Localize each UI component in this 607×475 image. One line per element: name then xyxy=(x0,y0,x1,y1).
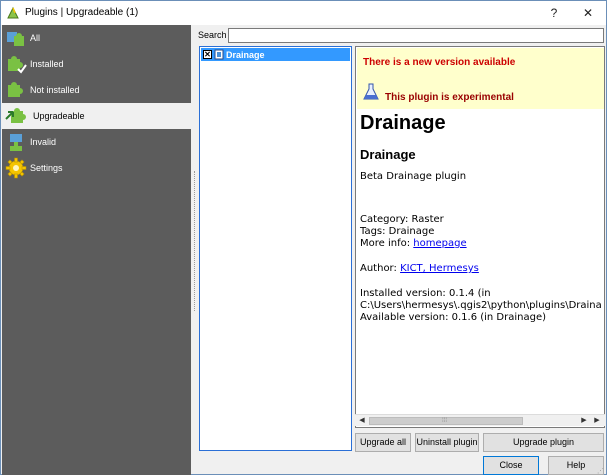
plugin-details-panel: There is a new version available This pl… xyxy=(355,46,605,428)
available-version-line: Available version: 0.1.6 (in Drainage) xyxy=(360,312,547,323)
horizontal-scrollbar[interactable]: ◀ ⁞⁞⁞ ▶ ▶ xyxy=(355,414,605,426)
window-title: Plugins | Upgradeable (1) xyxy=(25,7,139,18)
help-title-button[interactable]: ? xyxy=(541,4,567,22)
sidebar-item-all[interactable]: All xyxy=(2,25,191,51)
plugin-list: ✕ Drainage xyxy=(199,46,352,451)
sidebar-item-label: Installed xyxy=(30,59,64,69)
plugin-tags: Tags: Drainage xyxy=(360,226,435,237)
list-item[interactable]: ✕ Drainage xyxy=(201,48,350,61)
sidebar: All Installed Not installed Upgradeable xyxy=(2,25,191,475)
installed-path-line: C:\Users\hermesys\.qgis2\python\plugins\… xyxy=(360,300,602,311)
sidebar-item-not-installed[interactable]: Not installed xyxy=(2,77,191,103)
puzzle-upgradeable-icon xyxy=(5,108,26,123)
help-button[interactable]: Help xyxy=(548,456,604,475)
close-window-button[interactable]: ✕ xyxy=(575,4,601,22)
plugin-title: Drainage xyxy=(360,112,446,134)
list-item-label: Drainage xyxy=(226,50,265,60)
sidebar-item-label: All xyxy=(30,33,41,43)
search-input[interactable] xyxy=(228,28,604,43)
upgrade-all-button[interactable]: Upgrade all xyxy=(355,433,411,452)
qgis-app-icon xyxy=(7,6,19,19)
more-info-row: More info: homepage xyxy=(360,238,467,249)
puzzle-all-icon xyxy=(7,32,24,46)
sidebar-item-upgradeable[interactable]: Upgradeable xyxy=(2,103,191,129)
sidebar-item-invalid[interactable]: Invalid xyxy=(2,129,191,155)
new-version-notice: There is a new version available xyxy=(363,57,516,68)
author-label: Author: xyxy=(360,263,397,274)
plugin-category: Category: Raster xyxy=(360,214,444,225)
scroll-left-arrow-icon[interactable]: ◀ xyxy=(357,416,367,426)
experimental-notice: This plugin is experimental xyxy=(385,92,514,103)
sidebar-item-label: Upgradeable xyxy=(33,111,85,121)
scroll-right-arrow-icon[interactable]: ▶ xyxy=(579,416,589,426)
flask-icon xyxy=(363,83,379,100)
sidebar-item-label: Not installed xyxy=(30,85,80,95)
scroll-right-arrow-icon[interactable]: ▶ xyxy=(592,416,602,426)
plugin-checkbox[interactable]: ✕ xyxy=(203,50,212,59)
sidebar-item-label: Invalid xyxy=(30,137,57,147)
thumb-grip-icon: ⁞⁞⁞ xyxy=(442,418,448,424)
more-info-label: More info: xyxy=(360,238,411,249)
author-row: Author: KICT, Hermesys xyxy=(360,263,479,274)
plugin-icon xyxy=(214,49,224,60)
splitter-handle[interactable] xyxy=(194,171,196,311)
plugin-description: Beta Drainage plugin xyxy=(360,171,467,182)
sidebar-item-installed[interactable]: Installed xyxy=(2,51,191,77)
search-label: Search xyxy=(198,30,227,40)
puzzle-not-installed-icon xyxy=(8,82,23,97)
sidebar-item-settings[interactable]: Settings xyxy=(2,155,191,181)
puzzle-installed-icon xyxy=(8,56,27,74)
title-bar: Plugins | Upgradeable (1) ? ✕ xyxy=(1,1,606,25)
puzzle-invalid-icon xyxy=(10,134,22,151)
plugin-subtitle: Drainage xyxy=(360,147,416,162)
close-button[interactable]: Close xyxy=(483,456,539,475)
scroll-thumb[interactable]: ⁞⁞⁞ xyxy=(369,417,523,425)
author-link[interactable]: KICT, Hermesys xyxy=(400,263,479,274)
resize-grip-icon[interactable]: ⋰ xyxy=(597,467,604,475)
notice-banner: There is a new version available This pl… xyxy=(357,48,604,109)
sidebar-item-label: Settings xyxy=(30,163,63,173)
gear-icon xyxy=(5,157,27,179)
upgrade-plugin-button[interactable]: Upgrade plugin xyxy=(483,433,604,452)
plugins-dialog: Plugins | Upgradeable (1) ? ✕ All Instal… xyxy=(0,0,607,475)
uninstall-plugin-button[interactable]: Uninstall plugin xyxy=(415,433,479,452)
installed-version-line: Installed version: 0.1.4 (in xyxy=(360,288,491,299)
homepage-link[interactable]: homepage xyxy=(413,238,466,249)
